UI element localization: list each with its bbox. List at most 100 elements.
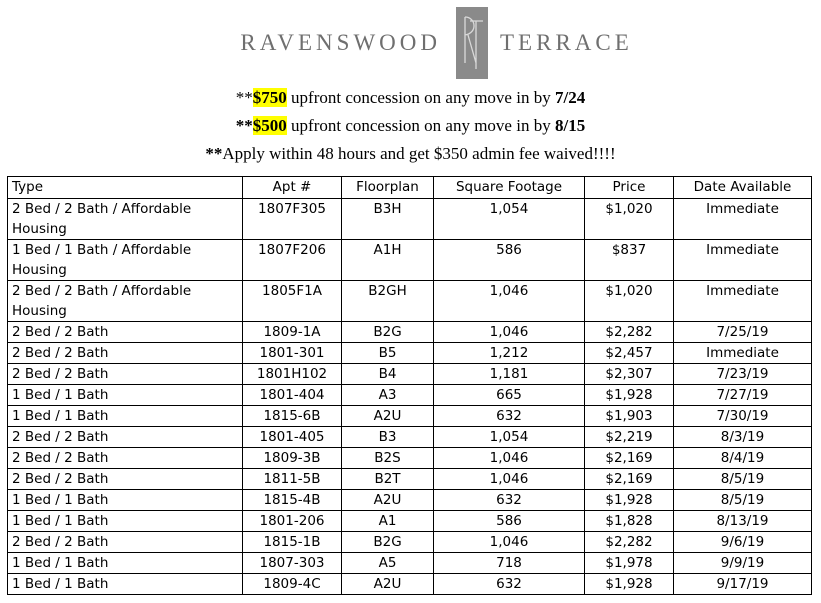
cell-date-available: 9/17/19 (673, 573, 812, 595)
cell-floorplan: B2G (341, 321, 434, 343)
cell-date-available: Immediate (673, 239, 812, 281)
cell-price: $1,928 (584, 573, 674, 595)
cell-type: 1 Bed / 1 Bath (7, 489, 243, 511)
cell-square-footage: 1,046 (433, 468, 585, 490)
cell-apt: 1801-301 (242, 342, 342, 364)
cell-square-footage: 1,046 (433, 447, 585, 469)
cell-price: $1,928 (584, 384, 674, 406)
cell-floorplan: B4 (341, 363, 434, 385)
cell-type: 1 Bed / 1 Bath (7, 552, 243, 574)
table-row: 1 Bed / 1 Bath 1807-303 A5 718 $1,978 9/9/19 (7, 552, 812, 574)
cell-price: $1,928 (584, 489, 674, 511)
cell-floorplan: A3 (341, 384, 434, 406)
cell-date-available: 7/27/19 (673, 384, 812, 406)
table-row: 1 Bed / 1 Bath 1801-404 A3 665 $1,928 7/27/19 (7, 384, 812, 406)
cell-type: 2 Bed / 2 Bath / Affordable Housing (7, 198, 243, 240)
promo-date: 8/15 (554, 116, 586, 135)
promo-line-2: **$500 upfront concession on any move in… (235, 116, 586, 135)
cell-square-footage: 1,054 (433, 198, 585, 240)
cell-price: $2,457 (584, 342, 674, 364)
table-row: 2 Bed / 2 Bath 1801-301 B5 1,212 $2,457 Immed… (7, 342, 812, 364)
cell-type: 2 Bed / 2 Bath (7, 363, 243, 385)
cell-price: $2,282 (584, 321, 674, 343)
column-header-date-available: Date Available (673, 176, 812, 199)
cell-date-available: 9/6/19 (673, 531, 812, 553)
cell-square-footage: 718 (433, 552, 585, 574)
table-row: 2 Bed / 2 Bath 1815-1B B2G 1,046 $2,282 9/6/1… (7, 531, 812, 553)
cell-square-footage: 586 (433, 510, 585, 532)
promo-amount-highlight: $500 (252, 116, 287, 135)
table-row: 2 Bed / 2 Bath 1809-1A B2G 1,046 $2,282 7/25/… (7, 321, 812, 343)
column-header-square-footage: Square Footage (433, 176, 585, 199)
cell-date-available: Immediate (673, 342, 812, 364)
cell-apt: 1815-4B (242, 489, 342, 511)
cell-date-available: Immediate (673, 280, 812, 322)
cell-floorplan: A1 (341, 510, 434, 532)
cell-price: $1,978 (584, 552, 674, 574)
cell-type: 1 Bed / 1 Bath (7, 405, 243, 427)
cell-floorplan: B5 (341, 342, 434, 364)
table-row: 2 Bed / 2 Bath / Affordable Housing 1805F… (7, 280, 812, 322)
brand-logo: RAVENSWOOD TERRACE (0, 4, 821, 80)
cell-floorplan: A2U (341, 489, 434, 511)
cell-apt: 1807F206 (242, 239, 342, 281)
cell-price: $2,307 (584, 363, 674, 385)
cell-apt: 1801-206 (242, 510, 342, 532)
column-header-floorplan: Floorplan (341, 176, 434, 199)
availability-table: Type Apt # Floorplan Square Footage Pric… (7, 176, 812, 595)
cell-apt: 1807-303 (242, 552, 342, 574)
cell-date-available: 7/30/19 (673, 405, 812, 427)
cell-floorplan: B2T (341, 468, 434, 490)
cell-price: $1,020 (584, 280, 674, 322)
table-row: 1 Bed / 1 Bath / Affordable Housing 1807F… (7, 239, 812, 281)
cell-date-available: 7/23/19 (673, 363, 812, 385)
column-header-apt: Apt # (242, 176, 342, 199)
cell-type: 1 Bed / 1 Bath / Affordable Housing (7, 239, 243, 281)
table-row: 1 Bed / 1 Bath 1801-206 A1 586 $1,828 8/13/19 (7, 510, 812, 532)
cell-price: $2,219 (584, 426, 674, 448)
promo-amount-highlight: $750 (252, 88, 287, 107)
cell-type: 1 Bed / 1 Bath (7, 384, 243, 406)
cell-floorplan: A1H (341, 239, 434, 281)
cell-floorplan: A2U (341, 573, 434, 595)
cell-square-footage: 665 (433, 384, 585, 406)
cell-apt: 1805F1A (242, 280, 342, 322)
brand-monogram-icon (456, 7, 488, 79)
cell-apt: 1807F305 (242, 198, 342, 240)
table-row: 1 Bed / 1 Bath 1809-4C A2U 632 $1,928 9/17/19 (7, 573, 812, 595)
cell-apt: 1815-6B (242, 405, 342, 427)
cell-date-available: 8/5/19 (673, 468, 812, 490)
cell-type: 1 Bed / 1 Bath (7, 510, 243, 532)
cell-square-footage: 1,181 (433, 363, 585, 385)
cell-date-available: 9/9/19 (673, 552, 812, 574)
promo-date: 7/24 (554, 88, 586, 107)
cell-price: $1,903 (584, 405, 674, 427)
cell-square-footage: 1,046 (433, 531, 585, 553)
brand-name-right: TERRACE (500, 30, 633, 55)
cell-type: 2 Bed / 2 Bath (7, 342, 243, 364)
cell-square-footage: 1,054 (433, 426, 585, 448)
cell-apt: 1801-405 (242, 426, 342, 448)
column-header-type: Type (7, 176, 243, 199)
table-row: 2 Bed / 2 Bath / Affordable Housing 1807F… (7, 198, 812, 240)
cell-price: $837 (584, 239, 674, 281)
table-header-row: Type Apt # Floorplan Square Footage Pric… (7, 176, 812, 199)
cell-type: 2 Bed / 2 Bath / Affordable Housing (7, 280, 243, 322)
cell-apt: 1801-404 (242, 384, 342, 406)
cell-apt: 1809-3B (242, 447, 342, 469)
cell-price: $2,169 (584, 468, 674, 490)
cell-floorplan: B2S (341, 447, 434, 469)
cell-date-available: 8/3/19 (673, 426, 812, 448)
brand-name-left: RAVENSWOOD (240, 30, 441, 55)
cell-price: $1,020 (584, 198, 674, 240)
cell-date-available: Immediate (673, 198, 812, 240)
cell-price: $2,282 (584, 531, 674, 553)
cell-price: $2,169 (584, 447, 674, 469)
table-row: 1 Bed / 1 Bath 1815-4B A2U 632 $1,928 8/5/19 (7, 489, 812, 511)
cell-floorplan: A5 (341, 552, 434, 574)
cell-floorplan: A2U (341, 405, 434, 427)
cell-square-footage: 632 (433, 405, 585, 427)
cell-apt: 1815-1B (242, 531, 342, 553)
cell-type: 2 Bed / 2 Bath (7, 531, 243, 553)
cell-square-footage: 1,046 (433, 321, 585, 343)
